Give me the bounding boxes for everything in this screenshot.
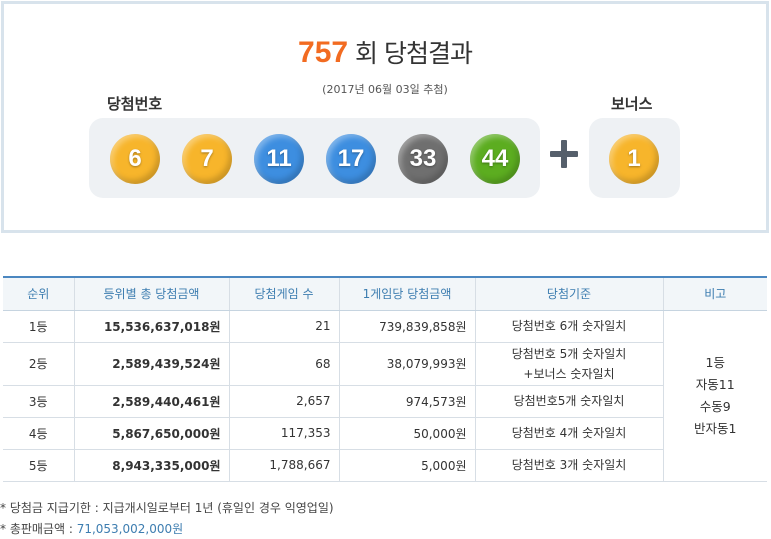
winner-count-cell: 2,657 [228, 385, 339, 418]
total-prize-cell: 15,536,637,018원 [73, 310, 229, 343]
column-header: 당첨기준 [474, 276, 663, 311]
note-line: 1등 [705, 354, 725, 370]
plus-icon [548, 138, 580, 170]
note-line: 반자동1 [694, 420, 737, 436]
prize-per-game-cell: 5,000원 [338, 449, 475, 482]
number-ball: 11 [254, 134, 304, 184]
criteria-cell: 당첨번호 6개 숫자일치 [474, 310, 663, 343]
criteria-text: +보너스 숫자일치 [523, 366, 615, 381]
total-prize-cell: 2,589,440,461원 [73, 385, 229, 418]
table-row: 1등 15,536,637,018원 21 739,839,858원 당첨번호 … [3, 310, 767, 482]
round-number: 757 [298, 36, 349, 69]
rank-cell: 5등 [3, 449, 74, 482]
column-header: 순위 [3, 276, 74, 311]
number-ball: 6 [110, 134, 160, 184]
rank-cell: 4등 [3, 417, 74, 450]
column-header: 1게임당 당첨금액 [338, 276, 475, 311]
note-cell: 1등 자동11 수동9 반자동1 [662, 310, 767, 482]
prize-table: 순위 등위별 총 당첨금액 당첨게임 수 1게임당 당첨금액 당첨기준 비고 1… [3, 276, 767, 482]
bonus-ball: 1 [609, 134, 659, 184]
prize-per-game-cell: 739,839,858원 [338, 310, 475, 343]
winner-count-cell: 1,788,667 [228, 449, 339, 482]
payment-deadline-note: * 당첨금 지급기한 : 지급개시일로부터 1년 (휴일인 경우 익영업일) [0, 501, 334, 515]
bonus-number-panel: 1 [589, 118, 680, 198]
number-ball: 17 [326, 134, 376, 184]
table-header-row: 순위 등위별 총 당첨금액 당첨게임 수 1게임당 당첨금액 당첨기준 비고 [3, 276, 767, 311]
footnotes: * 당첨금 지급기한 : 지급개시일로부터 1년 (휴일인 경우 익영업일) *… [0, 498, 334, 539]
rank-cell: 3등 [3, 385, 74, 418]
number-ball: 33 [398, 134, 448, 184]
criteria-cell: 당첨번호 5개 숫자일치 +보너스 숫자일치 [474, 342, 663, 386]
prize-per-game-cell: 50,000원 [338, 417, 475, 450]
total-sales-value: 71,053,002,000원 [76, 522, 184, 536]
criteria-text: 당첨번호 4개 숫자일치 [511, 426, 627, 440]
note-line: 자동11 [695, 376, 735, 392]
winning-numbers-panel: 6 7 11 17 33 44 [89, 118, 540, 198]
winner-count-cell: 68 [228, 342, 339, 386]
column-header: 비고 [662, 276, 767, 311]
table-row: 5등 8,943,335,000원 1,788,667 5,000원 당첨번호 … [3, 449, 767, 482]
bonus-label: 보너스 [611, 95, 653, 113]
number-ball: 7 [182, 134, 232, 184]
total-sales-label: * 총판매금액 : [0, 522, 77, 536]
note-line: 수동9 [699, 398, 731, 414]
table-row: 4등 5,867,650,000원 117,353 50,000원 당첨번호 4… [3, 417, 767, 450]
column-header: 등위별 총 당첨금액 [73, 276, 229, 311]
criteria-text: 당첨번호 3개 숫자일치 [511, 458, 627, 472]
number-ball: 44 [470, 134, 520, 184]
winning-numbers-label: 당첨번호 [107, 95, 163, 113]
total-prize-cell: 5,867,650,000원 [73, 417, 229, 450]
rank-cell: 1등 [3, 310, 74, 343]
winner-count-cell: 117,353 [228, 417, 339, 450]
criteria-cell: 당첨번호 4개 숫자일치 [474, 417, 663, 450]
prize-per-game-cell: 38,079,993원 [338, 342, 475, 386]
column-header: 당첨게임 수 [228, 276, 339, 311]
criteria-text: 당첨번호5개 숫자일치 [513, 394, 625, 408]
round-title: 757 회 당첨결과 [4, 34, 766, 70]
prize-per-game-cell: 974,573원 [338, 385, 475, 418]
table-row: 3등 2,589,440,461원 2,657 974,573원 당첨번호5개 … [3, 385, 767, 418]
total-sales-note: * 총판매금액 : 71,053,002,000원 [0, 519, 334, 539]
criteria-cell: 당첨번호 3개 숫자일치 [474, 449, 663, 482]
round-title-suffix: 회 당첨결과 [355, 39, 473, 68]
winner-count-cell: 21 [228, 310, 339, 343]
total-prize-cell: 2,589,439,524원 [73, 342, 229, 386]
criteria-text: 당첨번호 6개 숫자일치 [511, 319, 627, 333]
total-prize-cell: 8,943,335,000원 [73, 449, 229, 482]
draw-result-box: 757 회 당첨결과 (2017년 06월 03일 추첨) [1, 1, 769, 233]
rank-cell: 2등 [3, 342, 74, 386]
criteria-text: 당첨번호 5개 숫자일치 [511, 346, 627, 361]
criteria-cell: 당첨번호5개 숫자일치 [474, 385, 663, 418]
table-row: 2등 2,589,439,524원 68 38,079,993원 당첨번호 5개… [3, 342, 767, 386]
